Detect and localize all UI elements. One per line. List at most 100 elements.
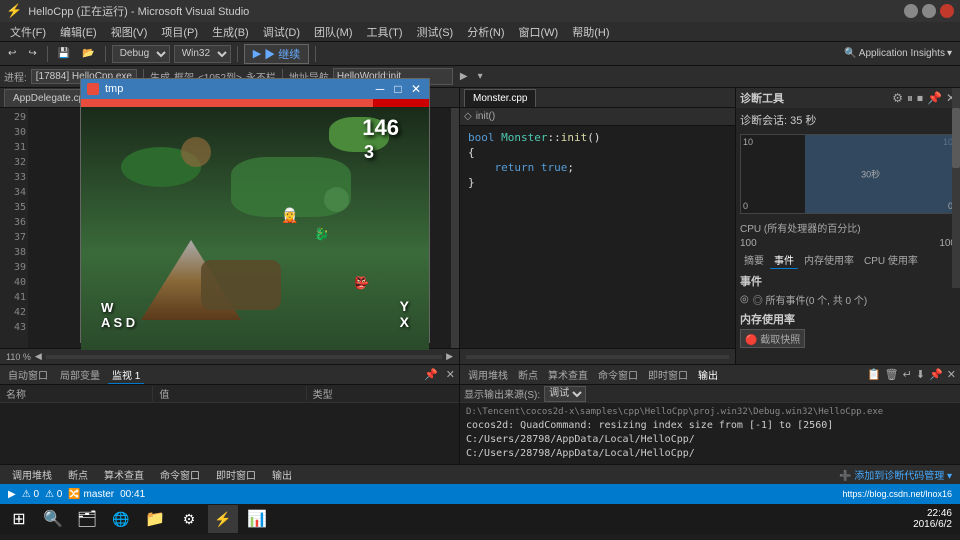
run-button[interactable]: ▶ ▶ 继续 — [244, 44, 310, 64]
diag-tab-cpu[interactable]: CPU 使用率 — [860, 251, 922, 269]
middle-code-editor[interactable]: bool Monster::init() { return true; } — [460, 126, 735, 348]
add-diagnostics-btn[interactable]: ➕ 添加到诊断代码管理 ▾ — [839, 467, 952, 482]
taskbar-app2-button[interactable]: 📊 — [242, 505, 272, 533]
watch-pin-icon[interactable]: 📌 — [424, 368, 438, 381]
toolbar-save[interactable]: 💾 — [54, 47, 74, 60]
minimize-button[interactable] — [904, 4, 918, 18]
menu-file[interactable]: 文件(F) — [4, 23, 52, 41]
menu-test[interactable]: 测试(S) — [411, 23, 460, 41]
config-dropdown[interactable]: Debug — [112, 45, 170, 63]
cpu-left-val: 100 — [740, 238, 757, 249]
diag-stop-icon[interactable]: ⏹ — [917, 91, 923, 106]
menu-analyze[interactable]: 分析(N) — [461, 23, 510, 41]
taskbar-explorer-button[interactable]: 📁 — [140, 505, 170, 533]
location-dropdown-btn[interactable]: ▾ — [475, 71, 486, 82]
branch-indicator: 🔀 master — [68, 489, 114, 500]
taskbar-taskview-button[interactable]: 🗂 — [72, 505, 102, 533]
events-section: 事件 ◎ ◎ 所有事件(0 个, 共 0 个) — [740, 273, 956, 307]
cpu-title: CPU (所有处理器的百分比) — [740, 220, 956, 235]
toolbar-undo[interactable]: ↩ — [4, 47, 20, 60]
output-copy-icon[interactable]: 📋 — [867, 368, 881, 381]
menu-debug[interactable]: 调试(D) — [257, 23, 306, 41]
output-source-select[interactable]: 调试 — [544, 386, 586, 402]
location-go-btn[interactable]: ▶ — [457, 71, 471, 82]
watch-close-icon[interactable]: ✕ — [446, 368, 455, 381]
taskbar-vs-button[interactable]: ⚡ — [208, 505, 238, 533]
watch-panel: 自动窗口 局部变量 监视 1 📌 ✕ 名称 值 类型 — [0, 365, 460, 464]
scrollbar-thumb — [952, 108, 960, 168]
output-scroll-icon[interactable]: ⬇ — [916, 368, 925, 381]
game-xy: Y X — [400, 298, 409, 330]
diagnostics-content: 诊断会话: 35 秒 10 10 30秒 0 0 CPU (所有处理器的百分比)… — [736, 108, 960, 364]
diag-pin-icon[interactable]: 📌 — [927, 91, 942, 106]
taskbar-start-button[interactable]: ⊞ — [4, 505, 34, 533]
output-tab-callstack[interactable]: 调用堆栈 — [464, 366, 512, 383]
watch-tab-auto[interactable]: 自动窗口 — [4, 366, 52, 383]
debug-callstack-btn[interactable]: 调用堆栈 — [8, 466, 56, 483]
snapshot-button[interactable]: 🔴 截取快照 — [740, 329, 805, 348]
watch-col-value: 值 — [153, 386, 306, 401]
code-line-2: { — [468, 145, 727, 160]
code-line-1: bool Monster::init() — [468, 130, 727, 145]
menu-tools[interactable]: 工具(T) — [361, 23, 409, 41]
game-wasd: W A S D — [101, 300, 135, 330]
output-tab-arithmetic[interactable]: 算术查直 — [544, 366, 592, 383]
game-title-bar[interactable]: tmp ─ □ ✕ — [81, 79, 429, 99]
menu-help[interactable]: 帮助(H) — [566, 23, 615, 41]
diag-tab-memory[interactable]: 内存使用率 — [800, 251, 858, 269]
diag-pause-icon[interactable]: ⏸ — [907, 91, 913, 106]
output-tab-immediate[interactable]: 即时窗口 — [644, 366, 692, 383]
game-hp-bar — [81, 99, 429, 107]
menu-view[interactable]: 视图(V) — [105, 23, 154, 41]
taskbar-search-button[interactable]: 🔍 — [38, 505, 68, 533]
output-close-icon[interactable]: ✕ — [947, 368, 956, 381]
output-tab-breakpoints[interactable]: 断点 — [514, 366, 542, 383]
taskbar-edge-button[interactable]: 🌐 — [106, 505, 136, 533]
left-scrollbar[interactable] — [451, 108, 459, 348]
chart-top-label: 10 — [743, 137, 753, 147]
app-insights-label: Application Insights — [859, 48, 945, 59]
diag-tab-summary[interactable]: 摘要 — [740, 251, 768, 269]
game-minimize-btn[interactable]: ─ — [373, 82, 387, 96]
function-bar: ◇ init() — [460, 108, 735, 126]
output-wrap-icon[interactable]: ↵ — [903, 368, 912, 381]
menu-edit[interactable]: 编辑(E) — [54, 23, 103, 41]
func-name: init() — [476, 111, 495, 122]
output-pin-icon[interactable]: 📌 — [929, 368, 943, 381]
menu-project[interactable]: 项目(P) — [155, 23, 204, 41]
output-clear-icon[interactable]: 🗑 — [885, 368, 899, 381]
warning-count: ⚠ 0 — [45, 489, 62, 500]
output-tab-command[interactable]: 命令窗口 — [594, 366, 642, 383]
tab-monster[interactable]: Monster.cpp — [464, 89, 536, 107]
watch-header: 名称 值 类型 — [0, 385, 459, 403]
menu-build[interactable]: 生成(B) — [206, 23, 255, 41]
restore-button[interactable] — [922, 4, 936, 18]
taskbar-chrome-button[interactable]: ⚙ — [174, 505, 204, 533]
diagnostics-chart: 10 10 30秒 0 0 — [740, 134, 956, 214]
menu-team[interactable]: 团队(M) — [308, 23, 359, 41]
diag-settings-icon[interactable]: ⚙ — [892, 91, 903, 106]
game-maximize-btn[interactable]: □ — [391, 82, 405, 96]
character-sprite: 🧝 — [281, 207, 298, 224]
close-button[interactable] — [940, 4, 954, 18]
debug-arithmetic-btn[interactable]: 算术查直 — [100, 466, 148, 483]
debug-output-btn[interactable]: 输出 — [268, 466, 296, 483]
debug-immediate-btn[interactable]: 即时窗口 — [212, 466, 260, 483]
output-tab-output[interactable]: 输出 — [694, 366, 722, 383]
debug-breakpoints-btn[interactable]: 断点 — [64, 466, 92, 483]
game-window[interactable]: tmp ─ □ ✕ 🧝 🐉 👺 146 3 W A S D Y — [80, 78, 430, 343]
toolbar-open[interactable]: 📂 — [78, 47, 98, 60]
app-insights-button[interactable]: 🔍 Application Insights ▾ — [840, 47, 956, 60]
watch-tab-watch1[interactable]: 监视 1 — [108, 366, 144, 384]
chart-time: 30秒 — [861, 168, 880, 181]
output-source-bar: 显示输出来源(S): 调试 — [460, 385, 960, 403]
game-close-btn[interactable]: ✕ — [409, 82, 423, 96]
memory-section: 内存使用率 🔴 截取快照 — [740, 311, 956, 348]
diag-tab-events[interactable]: 事件 — [770, 251, 798, 269]
watch-tab-locals[interactable]: 局部变量 — [56, 366, 104, 383]
menu-window[interactable]: 窗口(W) — [513, 23, 565, 41]
toolbar-redo[interactable]: ↪ — [24, 47, 40, 60]
platform-dropdown[interactable]: Win32 — [174, 45, 231, 63]
debug-command-btn[interactable]: 命令窗口 — [156, 466, 204, 483]
right-scrollbar[interactable] — [952, 88, 960, 288]
